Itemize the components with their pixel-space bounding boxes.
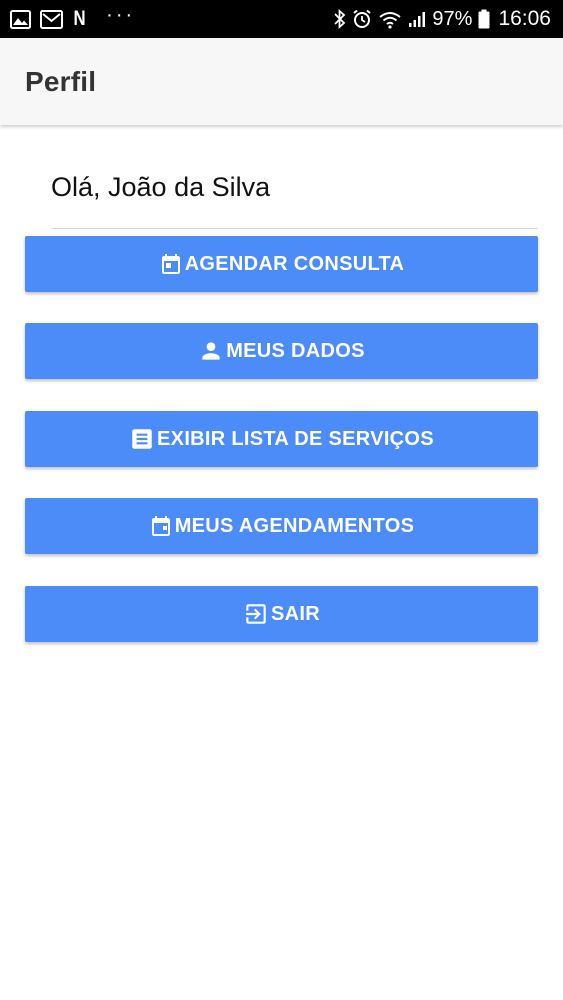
- netflix-icon: N: [73, 7, 86, 30]
- logout-button[interactable]: SAIR: [25, 586, 538, 642]
- calendar-icon: [149, 514, 173, 538]
- signal-icon: [408, 10, 426, 28]
- status-bar-system: 97% 16:06: [333, 7, 551, 31]
- status-bar: N ··· 97% 16:06: [0, 0, 563, 38]
- person-icon: [198, 338, 224, 364]
- status-bar-notifications: N ···: [10, 3, 136, 31]
- calendar-today-icon: [159, 252, 183, 276]
- my-data-label: MEUS DADOS: [226, 339, 365, 362]
- page-title: Perfil: [25, 65, 97, 97]
- bluetooth-icon: [333, 9, 346, 29]
- app-bar: Perfil: [0, 38, 563, 125]
- exit-icon: [243, 601, 269, 627]
- status-clock: 16:06: [498, 7, 551, 30]
- logout-label: SAIR: [271, 602, 320, 625]
- gallery-icon: [10, 9, 31, 29]
- my-appointments-button[interactable]: MEUS AGENDAMENTOS: [25, 498, 538, 554]
- schedule-appointment-button[interactable]: AGENDAR CONSULTA: [25, 236, 538, 292]
- service-list-button[interactable]: EXIBIR LISTA DE SERVIÇOS: [25, 411, 538, 467]
- my-data-button[interactable]: MEUS DADOS: [25, 323, 538, 379]
- greeting-text: Olá, João da Silva: [51, 172, 271, 202]
- wifi-icon: [378, 10, 402, 29]
- document-list-icon: [129, 426, 155, 452]
- battery-icon: [478, 9, 490, 29]
- my-appointments-label: MEUS AGENDAMENTOS: [174, 514, 415, 537]
- more-notifications-icon: ···: [106, 3, 136, 26]
- service-list-label: EXIBIR LISTA DE SERVIÇOS: [157, 427, 434, 450]
- alarm-icon: [352, 9, 372, 29]
- greeting-divider: [51, 228, 538, 229]
- schedule-appointment-label: AGENDAR CONSULTA: [184, 252, 405, 275]
- email-icon: [40, 9, 63, 29]
- battery-percentage: 97%: [432, 7, 473, 30]
